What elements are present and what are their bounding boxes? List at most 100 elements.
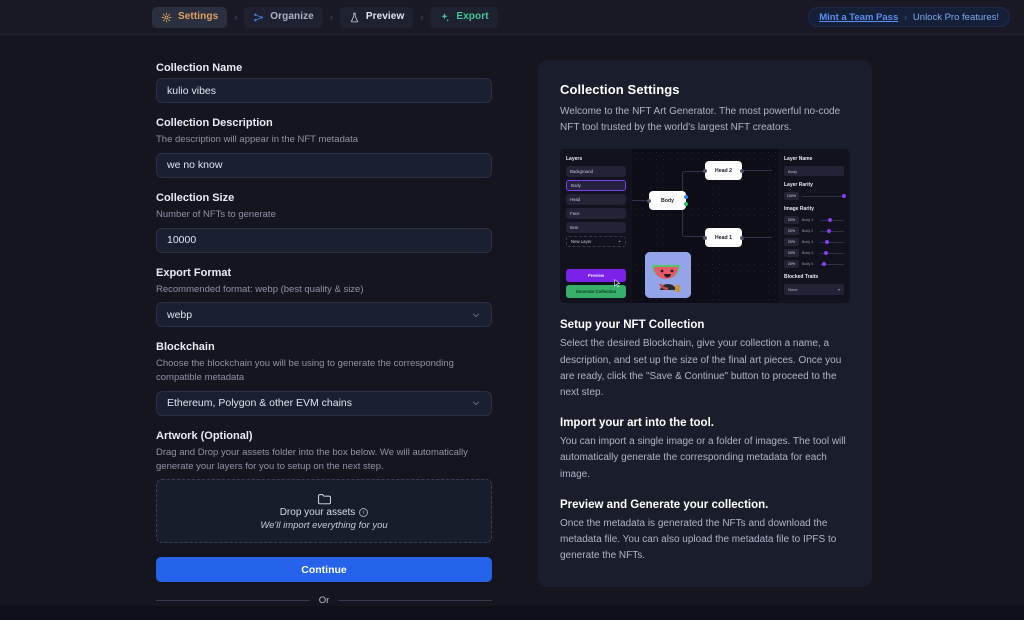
promo-banner[interactable]: Mint a Team Pass › Unlock Pro features! — [808, 7, 1010, 27]
collection-description-hint: The description will appear in the NFT m… — [156, 134, 359, 145]
sparkle-icon — [441, 12, 450, 22]
info-icon[interactable]: i — [359, 507, 369, 517]
screenshot-blocked-select: None ▾ — [784, 284, 844, 296]
slider-track — [820, 251, 844, 256]
screenshot-rarity-row: 20% Body 3 — [784, 238, 844, 247]
blockchain-select[interactable]: Ethereum, Polygon & other EVM chains — [156, 390, 492, 416]
collection-description-input[interactable] — [156, 152, 492, 178]
mint-team-pass-link[interactable]: Mint a Team Pass — [819, 12, 898, 23]
rarity-name: Body 5 — [802, 262, 814, 267]
screenshot-preview-label: Preview — [587, 273, 605, 279]
cursor-icon — [614, 279, 621, 288]
screenshot-nft-preview — [645, 252, 691, 299]
collection-size-input[interactable] — [156, 227, 492, 253]
info-panel-intro: Welcome to the NFT Art Generator. The mo… — [560, 106, 841, 134]
step-separator: › — [420, 12, 424, 22]
rarity-pct: 20% — [784, 238, 799, 247]
step-breadcrumb: Settings › Organize › Preview › Export — [152, 6, 498, 28]
collection-size-hint: Number of NFTs to generate — [156, 208, 276, 220]
screenshot-layers-title: Layers — [566, 156, 583, 163]
screenshot-layer-item: Item — [566, 222, 626, 234]
tab-export[interactable]: Export — [430, 6, 498, 28]
screenshot-properties-panel: Layer Name Body Layer Rarity 100% Image … — [778, 149, 850, 304]
field-group-artwork: Artwork (Optional) Drag and Drop your as… — [156, 430, 492, 544]
dropzone-title-row: Drop your assets i — [280, 507, 369, 518]
artwork-hint: Drag and Drop your assets folder into th… — [156, 446, 468, 472]
export-format-value: webp — [167, 308, 193, 321]
or-divider: Or — [156, 595, 492, 606]
gear-icon — [161, 12, 172, 22]
export-format-hint: Recommended format: webp (best quality &… — [156, 283, 364, 295]
screenshot-node-body: Body — [649, 191, 686, 211]
tab-organize-label: Organize — [270, 11, 314, 22]
chevron-down-icon — [472, 313, 480, 317]
info-section: Setup your NFT Collection Select the des… — [560, 319, 850, 401]
collection-settings-form: Collection Name Collection Description T… — [156, 62, 492, 620]
export-format-select[interactable]: webp — [156, 302, 492, 328]
slider-track — [802, 194, 847, 199]
collection-description-label: Collection Description — [156, 117, 273, 129]
collection-name-label: Collection Name — [156, 62, 243, 74]
screenshot-layer-name-title: Layer Name — [784, 156, 813, 163]
field-group-export-format: Export Format Recommended format: webp (… — [156, 267, 492, 328]
screenshot-layer-item: Face — [566, 208, 626, 220]
screenshot-layer-item: Body — [566, 180, 626, 192]
info-panel: Collection Settings Welcome to the NFT A… — [538, 60, 872, 587]
info-section-body: Select the desired Blockchain, give your… — [560, 338, 842, 398]
watermelon-character-icon — [645, 252, 691, 299]
screenshot-layer-name-value: Body — [784, 166, 844, 177]
screenshot-layer-item: Head — [566, 194, 626, 206]
screenshot-generate-label: Generate Collection — [575, 289, 617, 295]
screenshot-node-canvas: Body Head 2 Head 1 — [632, 149, 778, 304]
info-section-heading: Preview and Generate your collection. — [560, 498, 769, 511]
top-navigation-bar: Settings › Organize › Preview › Export M… — [0, 0, 1024, 35]
tab-preview-label: Preview — [365, 11, 405, 22]
screenshot-layer-rarity-title: Layer Rarity — [784, 182, 813, 189]
info-section-body: Once the metadata is generated the NFTs … — [560, 517, 837, 562]
dropzone-title: Drop your assets — [279, 506, 356, 518]
screenshot-node-head1: Head 1 — [705, 228, 742, 248]
collection-size-label: Collection Size — [156, 191, 235, 204]
rarity-pct: 20% — [784, 216, 799, 225]
nodes-icon — [254, 13, 264, 21]
blockchain-hint: Choose the blockchain you will be using … — [156, 358, 454, 384]
chevron-right-icon: › — [904, 12, 907, 22]
export-format-label: Export Format — [156, 266, 232, 279]
tab-organize[interactable]: Organize — [244, 6, 323, 28]
screenshot-add-layer-label: New Layer — [571, 239, 592, 245]
collection-name-input[interactable] — [156, 78, 492, 103]
product-screenshot: Layers Background Body Head Face Item Ne… — [560, 149, 850, 304]
tab-preview[interactable]: Preview — [339, 6, 414, 28]
promo-text: Unlock Pro features! — [912, 11, 999, 23]
field-group-collection-size: Collection Size Number of NFTs to genera… — [156, 192, 492, 253]
field-group-collection-name: Collection Name — [156, 62, 492, 103]
divider-line-right — [338, 600, 492, 602]
chevron-down-icon — [472, 401, 480, 406]
screenshot-blocked-value: None — [788, 287, 798, 293]
divider-line-left — [156, 600, 310, 602]
screenshot-rarity-row: 20% Body 4 — [784, 249, 844, 258]
or-label: Or — [318, 595, 330, 607]
continue-button[interactable]: Continue — [156, 557, 492, 583]
rarity-pct: 20% — [784, 249, 799, 258]
artwork-dropzone[interactable]: Drop your assets i We'll import everythi… — [156, 479, 492, 544]
screenshot-layer-rarity-value: 100% — [784, 192, 799, 201]
screenshot-layers-panel: Layers Background Body Head Face Item Ne… — [560, 149, 632, 304]
step-separator: › — [329, 12, 333, 22]
plus-icon: + — [618, 238, 621, 245]
rarity-name: Body 4 — [802, 251, 814, 256]
tab-settings[interactable]: Settings — [152, 6, 228, 28]
slider-track — [820, 240, 844, 245]
artwork-label: Artwork (Optional) — [156, 429, 253, 442]
tab-settings-label: Settings — [178, 11, 219, 22]
screenshot-layer-rarity-row: 100% — [784, 192, 847, 201]
info-section-heading: Setup your NFT Collection — [560, 319, 705, 332]
blockchain-value: Ethereum, Polygon & other EVM chains — [167, 397, 353, 410]
info-section-heading: Import your art into the tool. — [560, 417, 714, 430]
slider-track — [820, 218, 844, 223]
rarity-pct: 20% — [784, 227, 799, 236]
screenshot-rarity-row: 20% Body 5 — [784, 260, 844, 269]
rarity-name: Body 1 — [802, 218, 814, 223]
chevron-down-icon: ▾ — [837, 287, 840, 293]
field-group-collection-description: Collection Description The description w… — [156, 117, 492, 178]
